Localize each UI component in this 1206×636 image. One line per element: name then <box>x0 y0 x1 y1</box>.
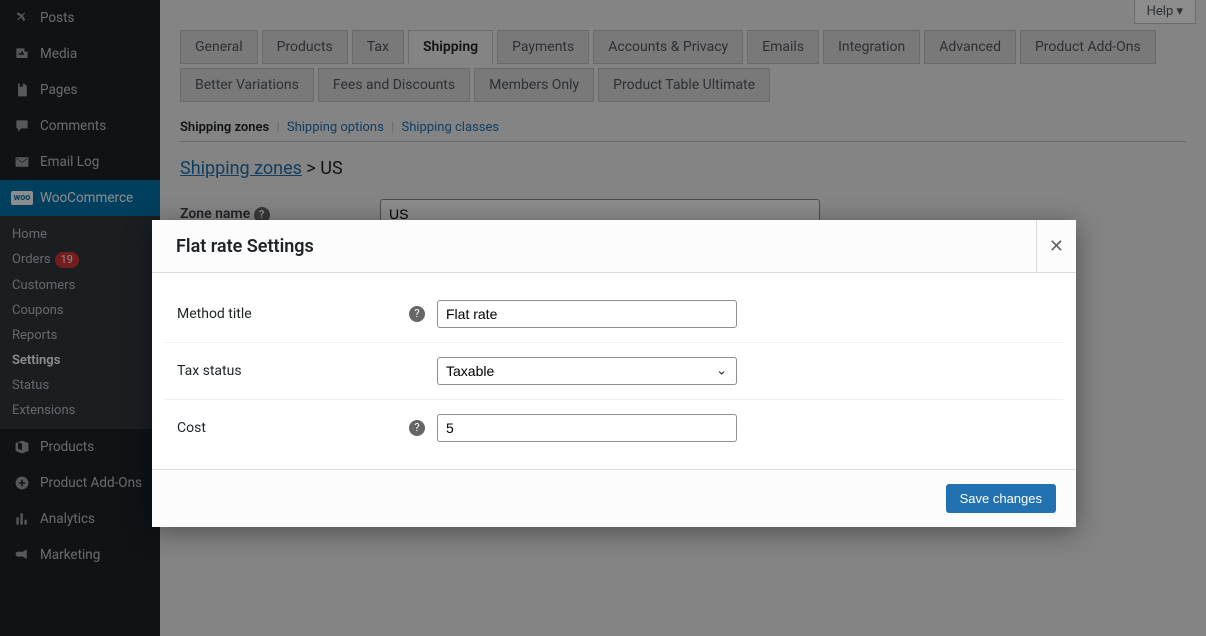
cost-label: Cost <box>177 420 206 436</box>
help-icon[interactable]: ? <box>409 306 425 322</box>
tax-status-label: Tax status <box>177 363 242 379</box>
method-title-input[interactable] <box>437 300 737 328</box>
help-icon[interactable]: ? <box>409 420 425 436</box>
flat-rate-modal: Flat rate Settings ✕ Method title ? Tax … <box>152 220 1076 527</box>
cost-input[interactable] <box>437 414 737 442</box>
close-icon[interactable]: ✕ <box>1036 220 1076 272</box>
tax-status-select[interactable]: Taxable <box>437 357 737 385</box>
save-button[interactable]: Save changes <box>946 484 1056 513</box>
modal-title: Flat rate Settings <box>176 236 314 257</box>
method-title-label: Method title <box>177 306 252 322</box>
